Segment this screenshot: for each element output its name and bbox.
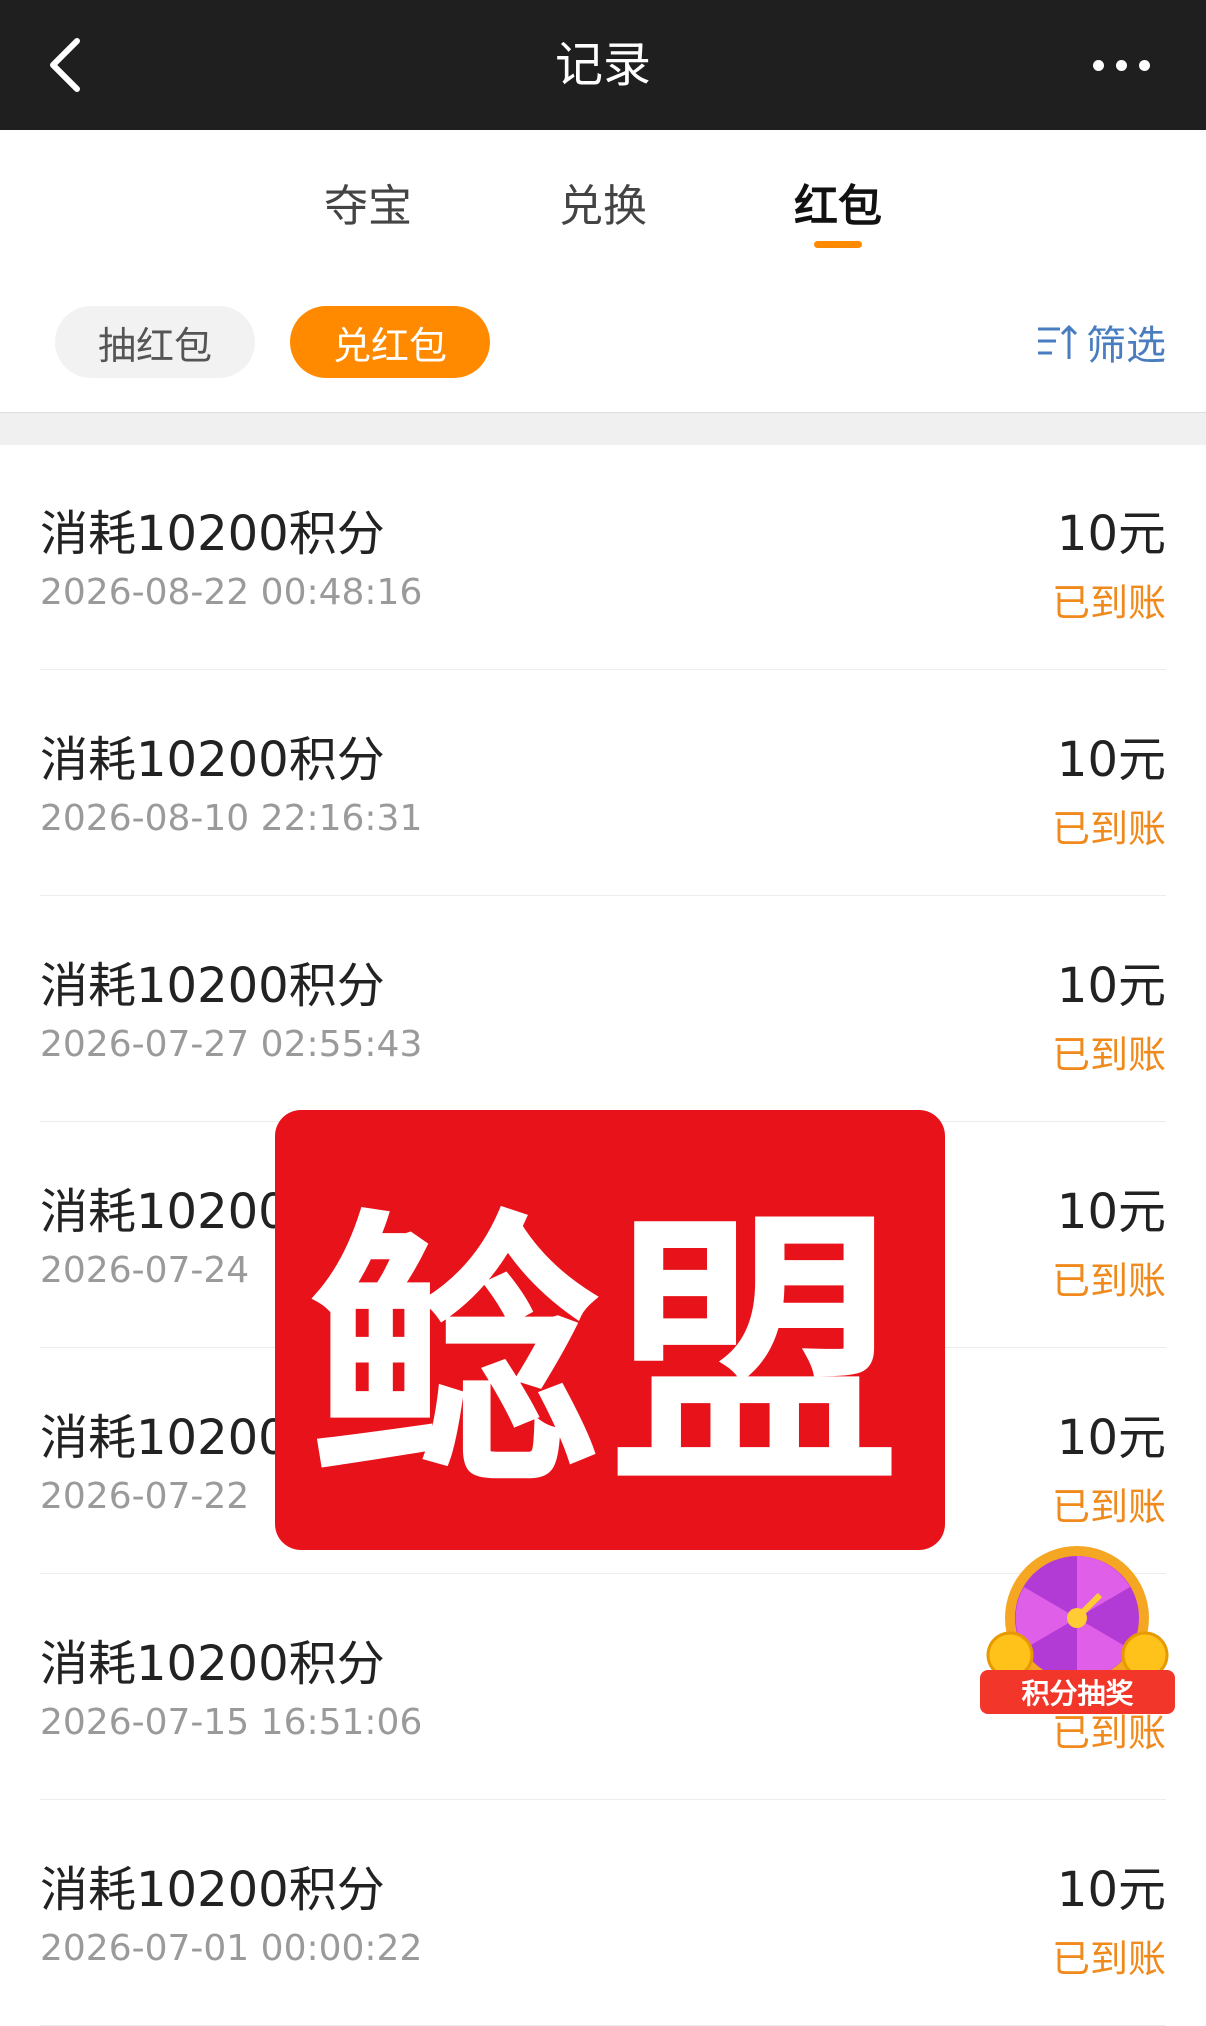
watermark-overlay: 鲶盟	[275, 1110, 945, 1550]
top-nav-bar: 记录	[0, 0, 1206, 130]
record-status: 已到账	[1051, 581, 1166, 625]
record-name: 消耗10200	[40, 1410, 289, 1466]
page-title: 记录	[554, 37, 651, 93]
record-name: 消耗10200积分	[40, 1862, 385, 1918]
filter-label: 筛选	[1086, 323, 1166, 369]
record-row[interactable]: 消耗10200积分 2026-07-27 02:55:43 10元 已到账	[40, 896, 1166, 1122]
record-row[interactable]: 消耗10200积分 2026-08-22 00:48:16 10元 已到账	[40, 444, 1166, 670]
record-time: 2026-07-22	[40, 1476, 250, 1517]
tab-hongbao[interactable]: 红包	[758, 170, 918, 234]
tab-bar: 夺宝 兑换 红包	[0, 130, 1206, 273]
record-time: 2026-07-24	[40, 1250, 250, 1291]
filter-bar: 抽红包 兑红包 筛选	[0, 272, 1206, 412]
record-status: 已到账	[1051, 807, 1166, 851]
record-status: 已到账	[1051, 1937, 1166, 1981]
section-divider	[0, 412, 1206, 445]
record-amount: 10元	[1056, 1410, 1166, 1466]
record-status: 已到账	[1051, 1485, 1166, 1529]
chip-redeem-hongbao[interactable]: 兑红包	[290, 306, 490, 378]
record-time: 2026-07-15 16:51:06	[40, 1702, 423, 1743]
tab-duobao[interactable]: 夺宝	[288, 170, 448, 234]
active-tab-indicator	[814, 241, 862, 248]
record-amount: 10元	[1056, 732, 1166, 788]
record-amount: 10元	[1056, 1184, 1166, 1240]
record-amount: 10元	[1056, 506, 1166, 562]
record-name: 消耗10200积分	[40, 506, 385, 562]
record-amount: 10元	[1056, 1862, 1166, 1918]
record-row[interactable]: 消耗10200积分 2026-07-01 00:00:22 10元 已到账	[40, 1800, 1166, 2026]
record-time: 2026-08-10 22:16:31	[40, 798, 423, 839]
record-amount: 10元	[1056, 958, 1166, 1014]
record-status: 已到账	[1051, 1033, 1166, 1077]
more-options-icon[interactable]	[1066, 30, 1176, 100]
record-time: 2026-07-01 00:00:22	[40, 1928, 423, 1969]
record-status: 已到账	[1051, 1259, 1166, 1303]
record-name: 消耗10200积分	[40, 1636, 385, 1692]
chip-draw-hongbao[interactable]: 抽红包	[55, 306, 255, 378]
record-name: 消耗10200积分	[40, 958, 385, 1014]
record-row[interactable]: 消耗10200积分 2026-08-10 22:16:31 10元 已到账	[40, 670, 1166, 896]
record-time: 2026-08-22 00:48:16	[40, 572, 423, 613]
points-lottery-label: 积分抽奖	[980, 1670, 1175, 1714]
points-lottery-button[interactable]: 积分抽奖	[980, 1540, 1175, 1715]
record-time: 2026-07-27 02:55:43	[40, 1024, 423, 1065]
record-name: 消耗10200积分	[40, 732, 385, 788]
filter-icon	[1038, 324, 1078, 359]
tab-exchange[interactable]: 兑换	[523, 170, 683, 234]
record-name: 消耗10200	[40, 1184, 289, 1240]
prize-wheel-icon	[986, 1546, 1169, 1690]
filter-button[interactable]: 筛选	[1036, 312, 1166, 372]
